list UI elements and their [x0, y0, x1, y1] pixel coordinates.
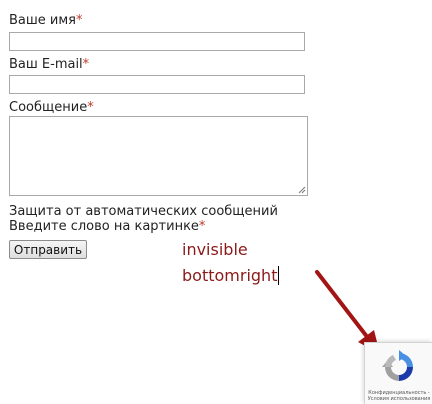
message-textarea[interactable]: [9, 116, 308, 196]
text-caret: [278, 266, 280, 285]
name-input[interactable]: [9, 32, 305, 51]
captcha-prompt-text: Введите слово на картинке: [9, 219, 199, 234]
recaptcha-links: Конфиденциальность - Условия использован…: [367, 390, 431, 402]
terms-link[interactable]: Условия использования: [367, 396, 431, 402]
name-label-text: Ваше имя: [9, 13, 76, 28]
recaptcha-logo-icon: [382, 350, 413, 381]
captcha-prompt: Введите слово на картинке*: [9, 219, 205, 234]
email-input[interactable]: [9, 75, 305, 94]
name-label: Ваше имя*: [9, 13, 83, 29]
message-label-text: Сообщение: [9, 100, 88, 115]
annotation-line2: bottomright: [182, 266, 280, 286]
required-mark: *: [76, 13, 83, 28]
recaptcha-badge[interactable]: Конфиденциальность - Условия использован…: [364, 342, 432, 404]
message-label: Сообщение*: [9, 100, 94, 116]
required-mark: *: [198, 219, 206, 234]
submit-button[interactable]: Отправить: [9, 240, 87, 259]
resize-handle-icon[interactable]: [297, 185, 306, 194]
required-mark: *: [82, 57, 90, 72]
email-label: Ваш E-mail*: [9, 57, 89, 73]
email-label-text: Ваш E-mail: [9, 57, 83, 72]
annotation-line2-text: bottomright: [182, 266, 278, 285]
annotation-line1: invisible: [182, 240, 248, 259]
required-mark: *: [87, 100, 94, 115]
captcha-description: Защита от автоматических сообщений: [9, 204, 278, 219]
